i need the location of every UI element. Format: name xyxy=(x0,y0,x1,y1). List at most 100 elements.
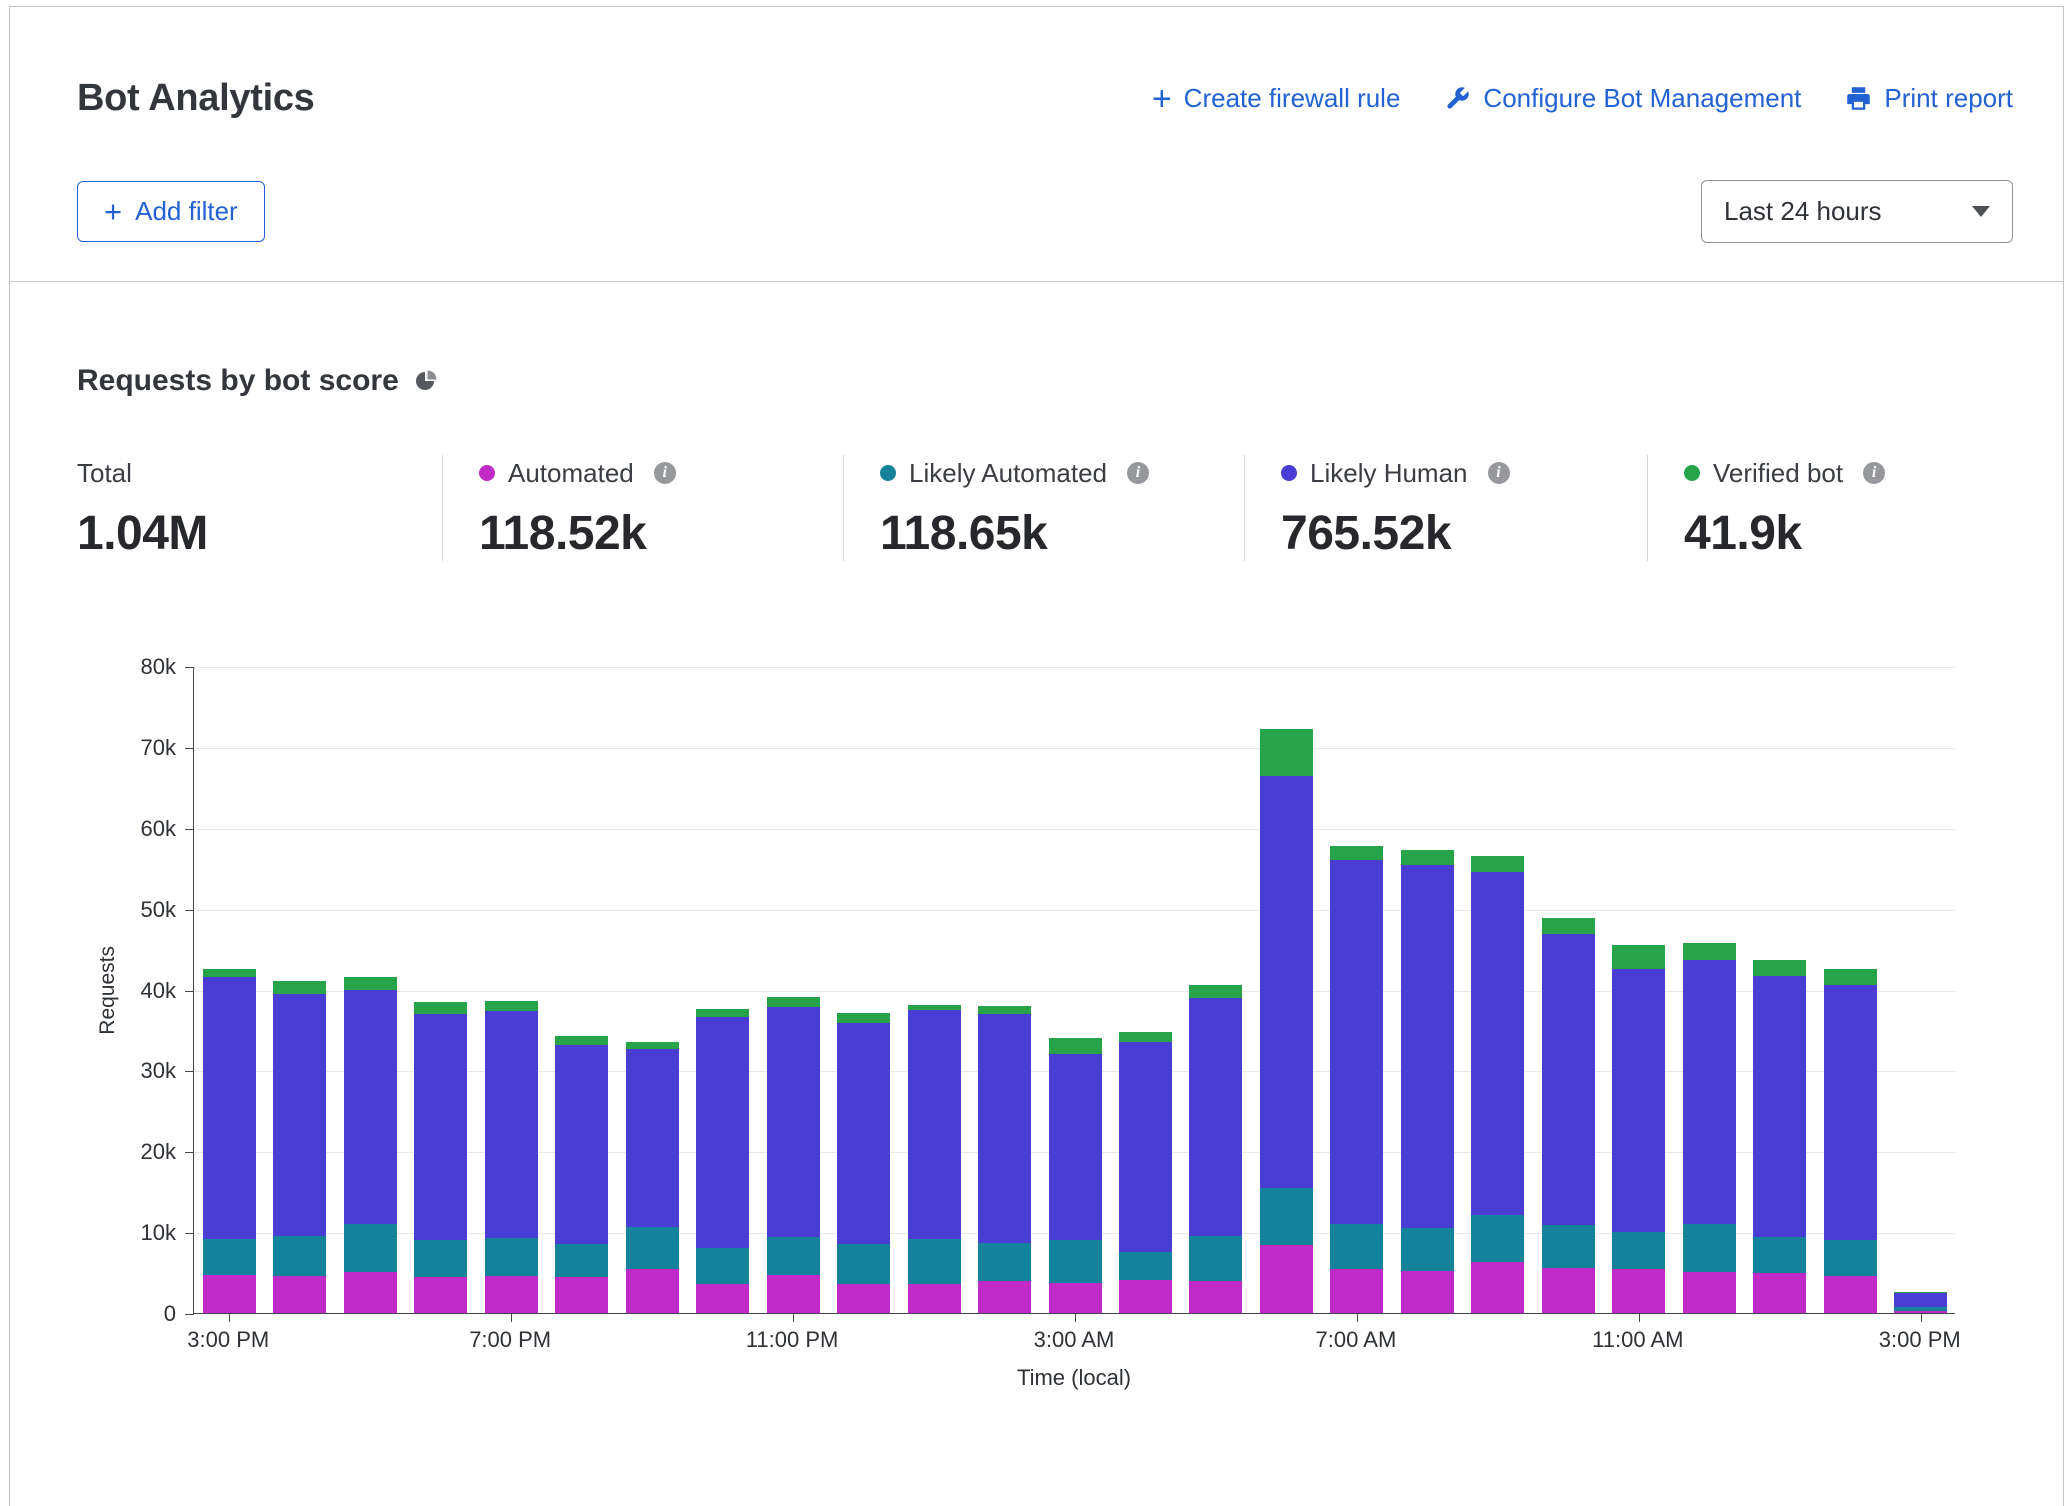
bar-segment xyxy=(1049,1038,1102,1054)
stat-value: 41.9k xyxy=(1684,506,1885,561)
bar-segment xyxy=(1542,1225,1595,1268)
bar-segment xyxy=(767,997,820,1007)
bar-segment xyxy=(1119,1280,1172,1313)
legend-dot-likely-automated xyxy=(880,465,896,481)
chart-bar[interactable] xyxy=(1753,960,1806,1313)
chart-bar[interactable] xyxy=(626,1042,679,1313)
x-tick-label: 3:00 PM xyxy=(187,1327,269,1353)
y-tick-mark xyxy=(185,1233,194,1234)
info-icon[interactable] xyxy=(1488,462,1510,484)
chart-plot xyxy=(193,667,1955,1314)
chart-bar[interactable] xyxy=(273,981,326,1313)
chart-bar[interactable] xyxy=(696,1009,749,1313)
bar-segment xyxy=(344,1272,397,1313)
chart-bar[interactable] xyxy=(978,1006,1031,1313)
y-tick-mark xyxy=(185,829,194,830)
chart-bar[interactable] xyxy=(344,977,397,1313)
stat-value: 765.52k xyxy=(1281,506,1647,561)
chart-bar[interactable] xyxy=(1824,969,1877,1313)
x-tick-mark xyxy=(793,1313,794,1322)
bar-segment xyxy=(1260,729,1313,776)
bar-segment xyxy=(837,1013,890,1023)
chart-bar[interactable] xyxy=(1401,850,1454,1313)
info-icon[interactable] xyxy=(1127,462,1149,484)
chart-bar[interactable] xyxy=(837,1013,890,1313)
bar-segment xyxy=(1824,969,1877,985)
y-tick-label: 60k xyxy=(10,816,176,842)
bar-segment xyxy=(555,1045,608,1245)
print-report-link[interactable]: Print report xyxy=(1845,83,2013,114)
bar-segment xyxy=(1612,1269,1665,1313)
bar-segment xyxy=(1753,1237,1806,1273)
bar-segment xyxy=(414,1277,467,1313)
bar-segment xyxy=(1753,960,1806,975)
main-section: Requests by bot score Total 1.04M Automa… xyxy=(10,282,2063,1399)
bar-segment xyxy=(273,994,326,1237)
gridline xyxy=(194,748,1955,749)
stats-row: Total 1.04M Automated 118.52k Likely Aut… xyxy=(10,455,2063,561)
bar-segment xyxy=(1401,850,1454,865)
bar-segment xyxy=(1189,985,1242,998)
chart-bar[interactable] xyxy=(1612,945,1665,1313)
add-filter-button[interactable]: + Add filter xyxy=(77,181,265,242)
time-range-value: Last 24 hours xyxy=(1724,196,1882,227)
bar-segment xyxy=(1894,1293,1947,1308)
bar-segment xyxy=(273,1276,326,1313)
x-tick-mark xyxy=(1921,1313,1922,1322)
chart-bar[interactable] xyxy=(908,1005,961,1313)
bar-segment xyxy=(1260,776,1313,1188)
bar-segment xyxy=(1824,1276,1877,1313)
bar-segment xyxy=(273,1236,326,1276)
bar-segment xyxy=(1260,1188,1313,1245)
bar-segment xyxy=(344,990,397,1225)
time-range-select[interactable]: Last 24 hours xyxy=(1701,180,2013,243)
chart-bar[interactable] xyxy=(767,997,820,1313)
y-tick-label: 50k xyxy=(10,897,176,923)
bar-segment xyxy=(1260,1245,1313,1313)
stat-label: Likely Automated xyxy=(909,458,1107,489)
bar-segment xyxy=(1330,1269,1383,1313)
x-tick-label: 11:00 PM xyxy=(746,1327,839,1353)
bar-segment xyxy=(1049,1283,1102,1313)
stat-verified-bot: Verified bot 41.9k xyxy=(1647,455,1885,561)
y-tick-mark xyxy=(185,1314,194,1315)
bar-segment xyxy=(1401,865,1454,1228)
bar-segment xyxy=(414,1240,467,1277)
gridline xyxy=(194,829,1955,830)
chart-bar[interactable] xyxy=(1260,729,1313,1313)
chart-bar[interactable] xyxy=(1049,1038,1102,1313)
chart-bar[interactable] xyxy=(1119,1032,1172,1313)
chart-bar[interactable] xyxy=(485,1001,538,1313)
chart-bar[interactable] xyxy=(1471,856,1524,1313)
gridline xyxy=(194,910,1955,911)
bar-segment xyxy=(1612,945,1665,969)
info-icon[interactable] xyxy=(654,462,676,484)
chart-bar[interactable] xyxy=(414,1002,467,1313)
bar-segment xyxy=(273,981,326,993)
bar-segment xyxy=(344,1224,397,1272)
chart-bar[interactable] xyxy=(1542,918,1595,1313)
bar-segment xyxy=(203,1239,256,1275)
chart-bar[interactable] xyxy=(555,1036,608,1313)
bar-segment xyxy=(1542,934,1595,1225)
bar-segment xyxy=(1049,1240,1102,1283)
bar-segment xyxy=(203,977,256,1238)
create-firewall-rule-link[interactable]: + Create firewall rule xyxy=(1152,83,1401,114)
bar-segment xyxy=(1683,1224,1736,1272)
y-tick-label: 40k xyxy=(10,978,176,1004)
configure-bot-management-link[interactable]: Configure Bot Management xyxy=(1444,83,1801,114)
chart-bar[interactable] xyxy=(1894,1292,1947,1313)
link-label: Print report xyxy=(1884,83,2013,114)
bar-segment xyxy=(1049,1054,1102,1240)
bar-segment xyxy=(1753,976,1806,1237)
chart-bar[interactable] xyxy=(203,969,256,1313)
bar-segment xyxy=(626,1049,679,1227)
chart-bar[interactable] xyxy=(1683,943,1736,1313)
x-tick-mark xyxy=(1639,1313,1640,1322)
chart-bar[interactable] xyxy=(1189,985,1242,1313)
chart-bar[interactable] xyxy=(1330,846,1383,1313)
bar-segment xyxy=(626,1227,679,1269)
stat-label: Automated xyxy=(508,458,634,489)
info-icon[interactable] xyxy=(1863,462,1885,484)
stat-likely-human: Likely Human 765.52k xyxy=(1244,455,1647,561)
